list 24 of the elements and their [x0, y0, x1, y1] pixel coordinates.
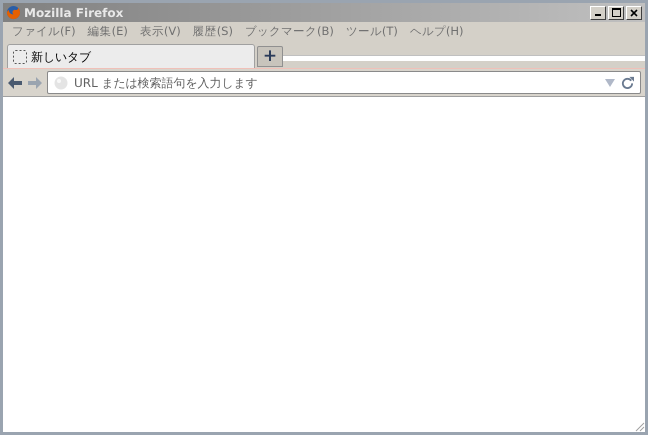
menu-item[interactable]: ブックマーク(B)	[238, 23, 340, 41]
close-button[interactable]	[626, 6, 642, 20]
menu-item[interactable]: ヘルプ(H)	[404, 23, 470, 41]
tab-label: 新しいタブ	[31, 48, 91, 66]
menu-item[interactable]: ツール(T)	[340, 23, 404, 41]
minimize-button[interactable]	[590, 6, 606, 20]
url-field[interactable]: URL または検索語句を入力します	[47, 71, 641, 94]
maximize-icon	[612, 8, 620, 17]
menu-item[interactable]: 表示(V)	[134, 23, 187, 41]
minimize-icon	[595, 14, 601, 16]
reload-icon[interactable]	[621, 76, 634, 89]
globe-icon	[54, 76, 68, 90]
new-tab-button[interactable]: +	[257, 46, 283, 67]
page-icon	[13, 50, 27, 64]
maximize-button[interactable]	[608, 6, 624, 20]
menu-item[interactable]: 編集(E)	[82, 23, 134, 41]
back-arrow-icon[interactable]	[7, 76, 23, 90]
close-icon	[630, 8, 638, 16]
tab[interactable]: 新しいタブ	[7, 44, 255, 68]
globe-fox-icon	[6, 5, 21, 20]
window-title: Mozilla Firefox	[24, 4, 124, 22]
menu-item[interactable]: ファイル(F)	[6, 23, 82, 41]
menu-item[interactable]: 履歴(S)	[186, 23, 239, 41]
resize-grip-icon[interactable]	[635, 422, 645, 432]
